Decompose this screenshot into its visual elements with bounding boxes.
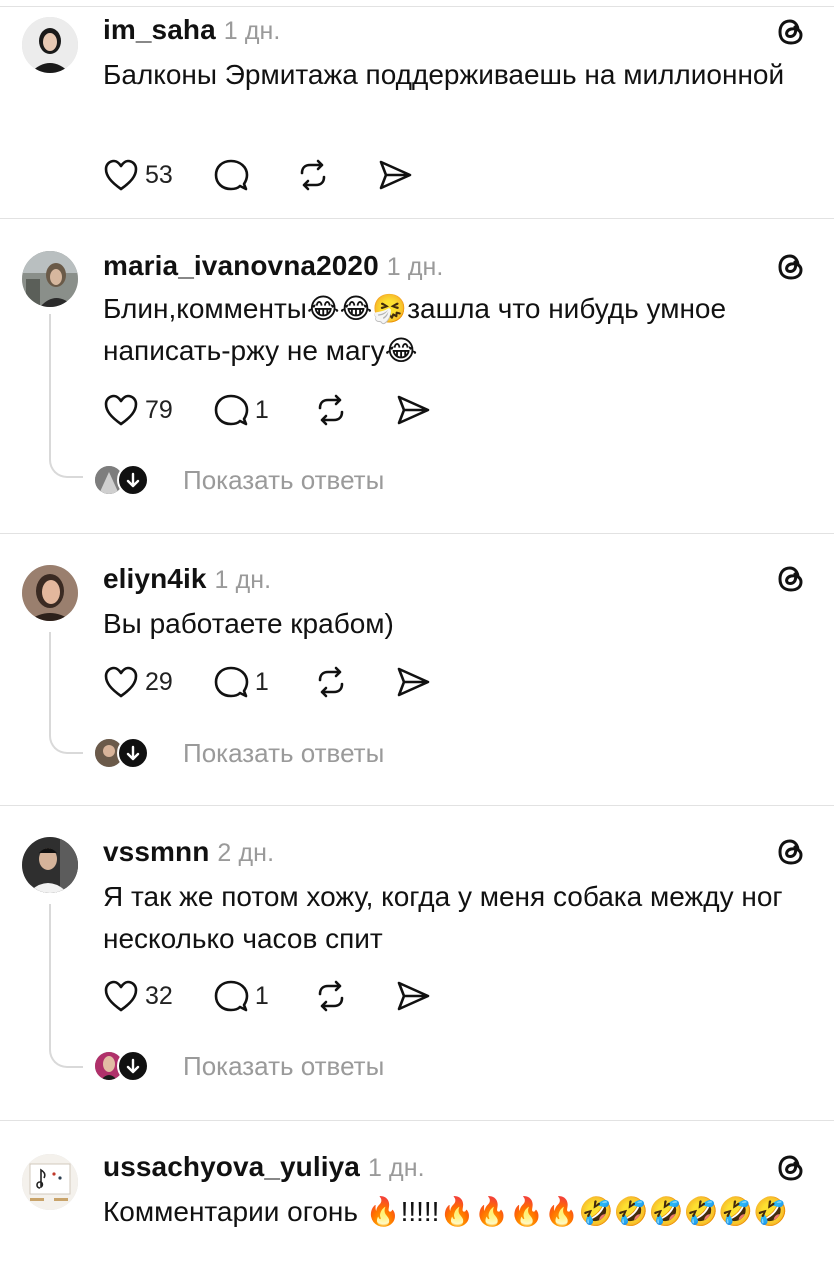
comment-icon xyxy=(214,980,249,1012)
repost-button[interactable] xyxy=(313,662,349,702)
heart-icon xyxy=(104,666,138,698)
repost-icon xyxy=(318,980,344,1012)
like-button[interactable]: 79 xyxy=(103,390,173,430)
share-button[interactable] xyxy=(395,662,431,702)
post-divider xyxy=(0,1120,834,1121)
threads-icon[interactable] xyxy=(774,562,808,596)
post-time: 2 дн. xyxy=(217,839,275,867)
post-time: 1 дн. xyxy=(367,1154,425,1182)
post-divider xyxy=(0,218,834,219)
post-divider xyxy=(0,805,834,806)
like-button[interactable]: 53 xyxy=(103,155,173,195)
heart-icon xyxy=(104,159,138,191)
username[interactable]: vssmnn 2 дн. xyxy=(103,836,274,868)
avatar[interactable] xyxy=(22,837,78,893)
thread-connector xyxy=(49,314,83,478)
comment-text: Блин,комменты😂😂🤧зашла что нибудь умное н… xyxy=(103,293,727,366)
top-divider xyxy=(0,6,834,7)
like-button[interactable]: 32 xyxy=(103,976,173,1016)
send-icon xyxy=(397,981,430,1011)
show-replies-link[interactable]: Показать ответы xyxy=(183,1051,384,1082)
like-button[interactable]: 29 xyxy=(103,662,173,702)
username[interactable]: ussachyova_yuliya 1 дн. xyxy=(103,1151,425,1183)
action-bar: 53 xyxy=(103,155,413,195)
repost-icon xyxy=(300,159,326,191)
arrow-down-icon xyxy=(117,464,149,496)
like-count: 53 xyxy=(145,160,173,189)
comment-icon xyxy=(214,394,249,426)
threads-icon[interactable] xyxy=(774,835,808,869)
heart-icon xyxy=(104,394,138,426)
post-time: 1 дн. xyxy=(223,17,281,45)
show-replies-link[interactable]: Показать ответы xyxy=(183,465,384,496)
comment-text: Вы работаете крабом) xyxy=(103,608,394,639)
share-button[interactable] xyxy=(377,155,413,195)
reply-button[interactable]: 1 xyxy=(213,662,269,702)
comment-text: Я так же потом хожу, когда у меня собака… xyxy=(103,881,783,954)
arrow-down-icon xyxy=(117,1050,149,1082)
repost-button[interactable] xyxy=(313,390,349,430)
comment-text: Балконы Эрмитажа поддерживаешь на миллио… xyxy=(103,59,785,90)
send-icon xyxy=(397,395,430,425)
reply-count: 1 xyxy=(254,981,269,1010)
comment-text: Комментарии огонь 🔥!!!!!🔥🔥🔥🔥🤣🤣🤣🤣🤣🤣 xyxy=(103,1196,789,1227)
arrow-down-icon xyxy=(117,737,149,769)
send-icon xyxy=(397,667,430,697)
show-replies-row[interactable]: Показать ответы xyxy=(93,737,384,769)
like-count: 29 xyxy=(145,667,173,696)
thread-connector xyxy=(49,632,83,754)
share-button[interactable] xyxy=(395,976,431,1016)
threads-icon[interactable] xyxy=(774,250,808,284)
repost-icon xyxy=(318,666,344,698)
share-button[interactable] xyxy=(395,390,431,430)
repost-icon xyxy=(318,394,344,426)
comment-icon xyxy=(214,666,249,698)
show-replies-link[interactable]: Показать ответы xyxy=(183,738,384,769)
action-bar: 32 1 xyxy=(103,976,431,1016)
repost-button[interactable] xyxy=(313,976,349,1016)
action-bar: 79 1 xyxy=(103,390,431,430)
threads-icon[interactable] xyxy=(774,1151,808,1185)
avatar[interactable] xyxy=(22,565,78,621)
reply-button[interactable] xyxy=(213,155,249,195)
like-count: 79 xyxy=(145,395,173,424)
username[interactable]: maria_ivanovna2020 1 дн. xyxy=(103,250,443,282)
username[interactable]: eliyn4ik 1 дн. xyxy=(103,563,271,595)
avatar[interactable] xyxy=(22,17,78,73)
comment-icon xyxy=(214,159,249,191)
thread-connector xyxy=(49,904,83,1068)
reply-count: 1 xyxy=(254,667,269,696)
post-time: 1 дн. xyxy=(386,253,444,281)
post-time: 1 дн. xyxy=(214,566,272,594)
show-replies-row[interactable]: Показать ответы xyxy=(93,464,384,496)
repost-button[interactable] xyxy=(295,155,331,195)
heart-icon xyxy=(104,980,138,1012)
send-icon xyxy=(379,160,412,190)
reply-button[interactable]: 1 xyxy=(213,390,269,430)
action-bar: 29 1 xyxy=(103,662,431,702)
reply-count: 1 xyxy=(254,395,269,424)
avatar[interactable] xyxy=(22,1154,78,1210)
avatar[interactable] xyxy=(22,251,78,307)
username[interactable]: im_saha 1 дн. xyxy=(103,14,280,46)
threads-icon[interactable] xyxy=(774,15,808,49)
show-replies-row[interactable]: Показать ответы xyxy=(93,1050,384,1082)
reply-button[interactable]: 1 xyxy=(213,976,269,1016)
post-divider xyxy=(0,533,834,534)
like-count: 32 xyxy=(145,981,173,1010)
